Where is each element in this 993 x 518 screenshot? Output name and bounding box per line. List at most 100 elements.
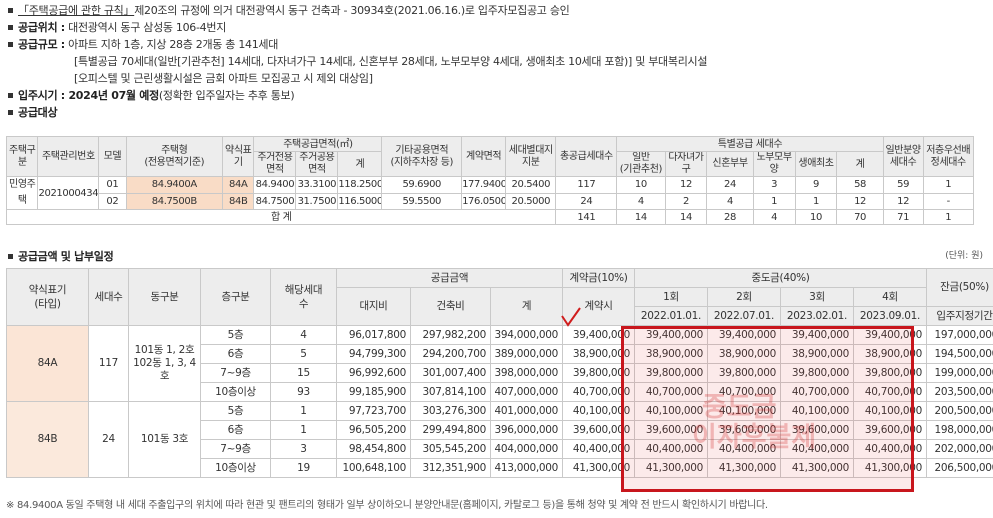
price-section-title: 공급금액 및 납부일정 (18, 250, 114, 263)
type-cell: 84A (6, 325, 89, 402)
table-row: 민영주택 2021000434 01 84.9400A 84A 84.9400 … (5, 176, 974, 210)
th-mgmt-no: 주택관리번호 (37, 136, 100, 177)
th-sp-general: 일반 (기관추천) (616, 151, 666, 177)
th-building: 건축비 (410, 287, 491, 326)
th-area-sum: 계 (337, 151, 383, 177)
building-price-cell: 303,276,300 (410, 401, 491, 421)
th-applicable: 해당세대수 (270, 268, 337, 326)
contract-cell: 41,300,000 (562, 458, 636, 478)
th-d2: 2022.07.01. (707, 306, 782, 326)
building-price-cell: 312,351,900 (410, 458, 491, 478)
count-cell: 15 (270, 363, 337, 383)
th-floor: 층구분 (200, 268, 271, 326)
sum-price-cell: 401,000,000 (489, 401, 564, 421)
middle-3-cell: 39,400,000 (780, 325, 855, 345)
th-model: 모델 (98, 136, 127, 177)
info-section: 「주택공급에 관한 규칙」제20조의 규정에 의거 대전광역시 동구 건축과 -… (6, 2, 991, 121)
bullet-icon (8, 110, 13, 115)
location-label: 공급위치 : (18, 21, 65, 34)
count-cell: 93 (270, 382, 337, 402)
middle-1-cell: 39,600,000 (634, 420, 709, 440)
sp3-cell: 4 (706, 192, 754, 210)
middle-2-cell: 40,400,000 (707, 439, 782, 459)
approval-text: 제20조의 규정에 의거 대전광역시 동구 건축과 - 30934호(2021.… (134, 4, 570, 17)
land-price-cell: 97,723,700 (336, 401, 411, 421)
middle-1-cell: 38,900,000 (634, 344, 709, 364)
movein-value: 2024년 07월 예정 (64, 89, 159, 102)
count-cell: 4 (270, 325, 337, 345)
th-d3: 2023.02.01. (780, 306, 855, 326)
contract-cell: 40,100,000 (562, 401, 636, 421)
supply-table: 주택구분 주택관리번호 모델 주택형 (전용면적기준) 약식표기 주택공급면적(㎡… (5, 136, 974, 225)
total-label: 합 계 (5, 209, 557, 225)
contract-cell: 177.9400 (461, 176, 507, 194)
unit-label: (단위: 원) (945, 251, 983, 261)
excl-cell: 84.7500 (253, 192, 297, 210)
movein-line: 입주시기 : 2024년 07월 예정(정확한 입주일자는 추후 통보) (6, 87, 991, 104)
th-sum: 계 (489, 287, 564, 326)
middle-2-cell: 39,800,000 (707, 363, 782, 383)
scale-detail-2: [오피스텔 및 근린생활시설은 금회 아파트 모집공고 시 제외 대상임] (74, 72, 373, 85)
building-price-cell: 299,494,800 (410, 420, 491, 440)
sp5-cell: 1 (794, 192, 838, 210)
price-row: 84A 117 101동 1, 2호 102동 1, 3, 4호 5층 4 96,017,… (6, 325, 993, 402)
building-price-cell: 307,814,100 (410, 382, 491, 402)
sp4-cell: 3 (752, 176, 796, 194)
middle-1-cell: 40,400,000 (634, 439, 709, 459)
middle-3-cell: 41,300,000 (780, 458, 855, 478)
sum-price-cell: 398,000,000 (489, 363, 564, 383)
gen-cell: 71 (882, 209, 924, 225)
spsum-cell: 70 (836, 209, 884, 225)
th-m4: 4회 (853, 287, 928, 307)
total-cell: 117 (555, 176, 618, 194)
th-general-sale: 일반분양세대수 (882, 136, 924, 177)
floor-cell: 5층 (200, 325, 271, 345)
contract-cell: 40,400,000 (562, 439, 636, 459)
sp5-cell: 9 (794, 176, 838, 194)
dong-cell: 101동 1, 2호 102동 1, 3, 4호 (128, 325, 201, 402)
balance-cell: 199,000,000 (926, 363, 993, 383)
th-balance: 잔금(50%) (926, 268, 993, 307)
middle-1-cell: 40,100,000 (634, 401, 709, 421)
units-cell: 24 (88, 401, 129, 478)
location-line: 공급위치 : 대전광역시 동구 삼성동 106-4번지 (6, 19, 991, 36)
th-supply-price: 공급금액 (335, 268, 564, 288)
table-row: 02 84.7500B 84B 84.7500 31.7500 116.5000… (7, 192, 974, 210)
movein-label: 입주시기 : (18, 89, 65, 102)
balance-cell: 198,000,000 (926, 420, 993, 440)
movein-note: (정확한 입주일자는 추후 통보) (158, 89, 295, 102)
sum-price-cell: 404,000,000 (489, 439, 564, 459)
th-type-div: 주택구분 (5, 136, 39, 177)
count-cell: 3 (270, 439, 337, 459)
contract-cell: 39,400,000 (562, 325, 636, 345)
balance-cell: 206,500,000 (926, 458, 993, 478)
th-m1: 1회 (634, 287, 709, 307)
gen-cell: 12 (882, 192, 924, 210)
th-contract: 계약금(10%) (562, 268, 636, 288)
th-d4: 2023.09.01. (853, 306, 928, 326)
th-middle: 중도금(40%) (634, 268, 928, 288)
other-cell: 59.5500 (381, 192, 463, 210)
spsum-cell: 58 (836, 176, 884, 194)
bullet-icon (8, 25, 13, 30)
middle-2-cell: 39,600,000 (707, 420, 782, 440)
units-cell: 117 (88, 325, 129, 402)
sum-price-cell: 413,000,000 (489, 458, 564, 478)
count-cell: 1 (270, 420, 337, 440)
sp4-cell: 1 (752, 192, 796, 210)
th-m2: 2회 (707, 287, 782, 307)
sp5-cell: 10 (794, 209, 838, 225)
bullet-icon (8, 93, 13, 98)
land-price-cell: 96,505,200 (336, 420, 411, 440)
middle-2-cell: 41,300,000 (707, 458, 782, 478)
sp2-cell: 2 (664, 192, 708, 210)
sp1-cell: 10 (616, 176, 666, 194)
th-balance-when: 입주지정기간 (926, 306, 993, 326)
target-line: 공급대상 (6, 104, 991, 121)
bullet-icon (8, 254, 13, 259)
regulation-link[interactable]: 「주택공급에 관한 규칙」 (18, 4, 134, 17)
sum-cell: 118.2500 (337, 176, 383, 194)
total-row: 합 계 141 14 14 28 4 10 70 71 1 (5, 209, 974, 225)
middle-1-cell: 39,400,000 (634, 325, 709, 345)
sum-cell: 116.5000 (337, 192, 383, 210)
